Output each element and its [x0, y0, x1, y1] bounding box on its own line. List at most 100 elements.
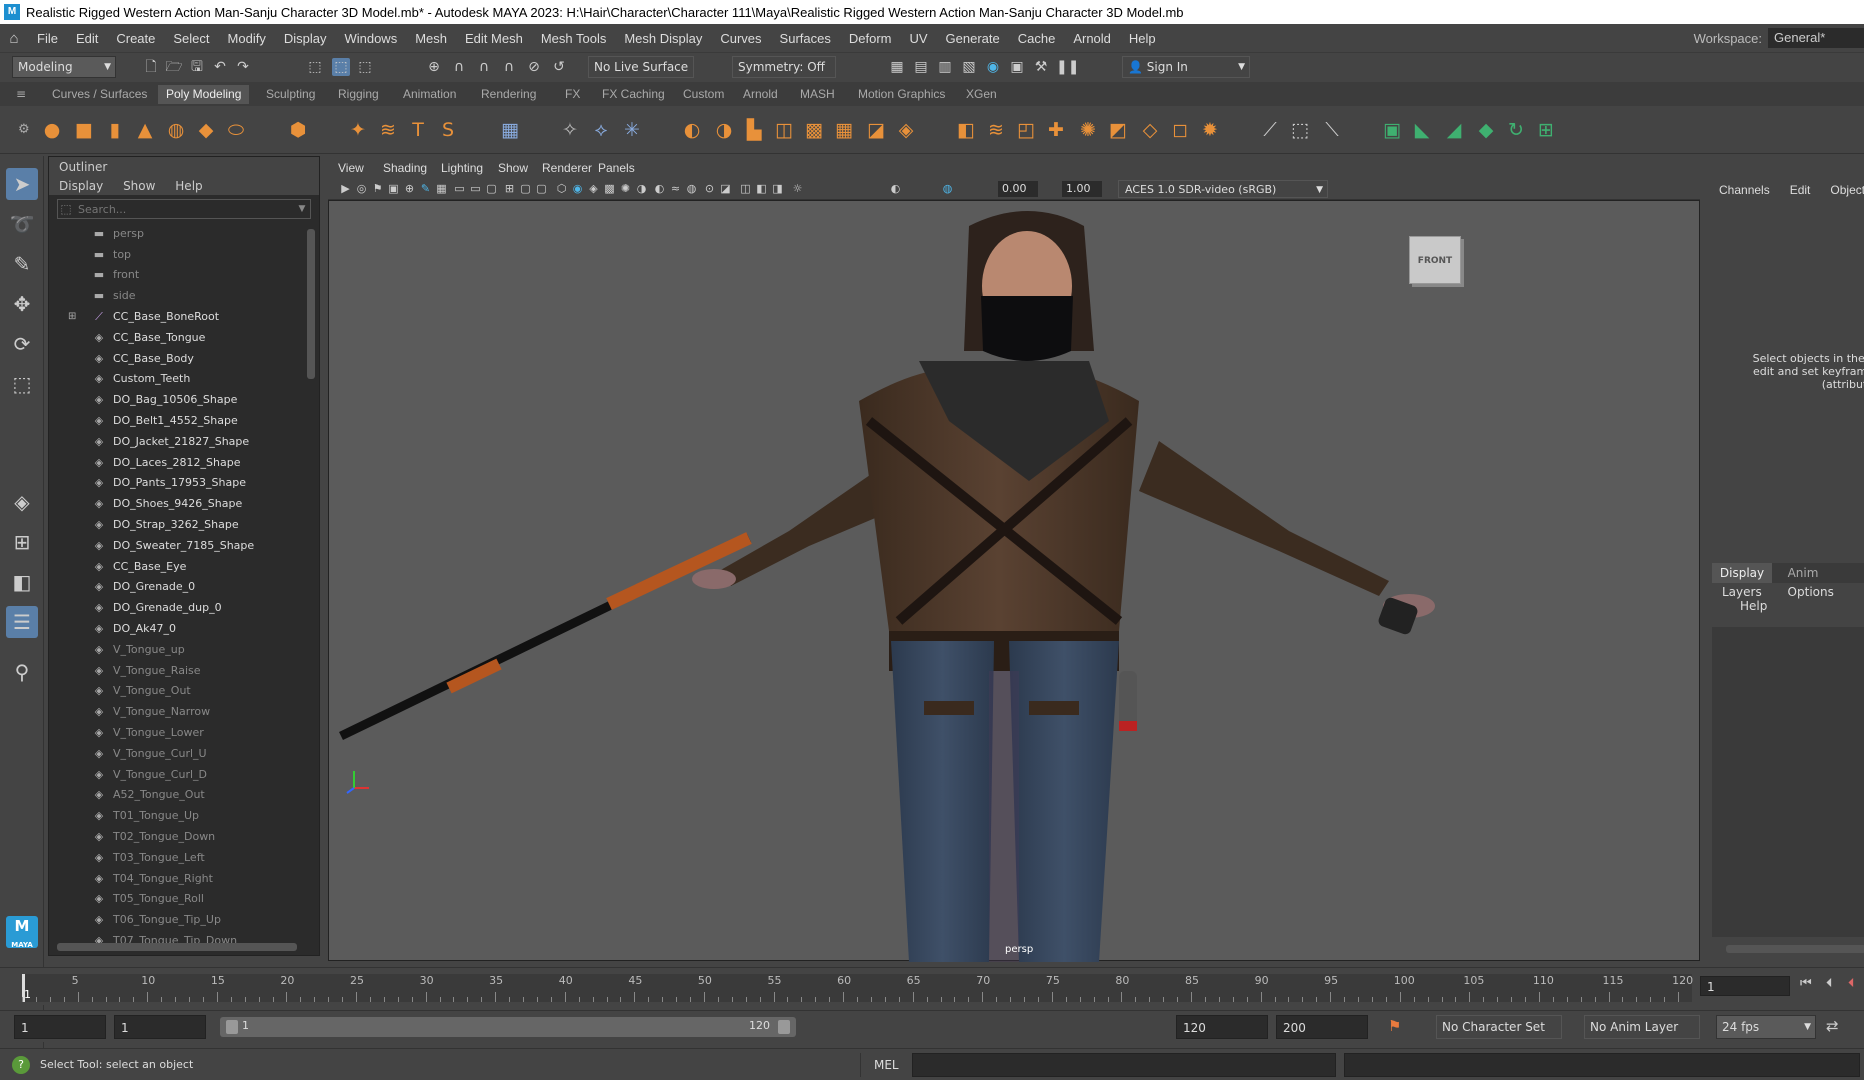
shelf-bridge-icon[interactable]: ✧ — [556, 116, 584, 144]
shelf-tab-rendering[interactable]: Rendering — [473, 85, 544, 104]
color-space-dropdown[interactable]: ACES 1.0 SDR-video (sRGB) ▼ — [1118, 180, 1328, 198]
motion-blur-icon[interactable]: ≈ — [668, 181, 683, 196]
shelf-torus-icon[interactable]: ◍ — [162, 116, 190, 144]
shelf-menu-icon[interactable]: ≡ — [16, 87, 26, 101]
symmetry-dropdown[interactable]: Symmetry: Off — [732, 56, 836, 78]
shelf-cone-icon[interactable]: ▲ — [131, 116, 159, 144]
shelf-tab-poly-modeling[interactable]: Poly Modeling — [158, 85, 250, 104]
workspace-value[interactable]: General* — [1768, 28, 1864, 48]
playback-start-field[interactable]: 1 — [114, 1015, 206, 1039]
outliner-item[interactable]: ◈ V_Tongue_Out — [49, 681, 319, 702]
outliner-search-input[interactable] — [74, 202, 294, 216]
smooth-shade-icon[interactable]: ◉ — [570, 181, 585, 196]
shelf-wedge-icon[interactable]: ◩ — [1104, 116, 1132, 144]
shelf-grid-icon[interactable]: ▦ — [496, 116, 524, 144]
go-to-start-icon[interactable]: ⏮ — [1800, 976, 1812, 991]
viewport-menu-renderer[interactable]: Renderer — [542, 161, 592, 175]
shelf-sweep-icon[interactable]: ✦ — [344, 116, 372, 144]
shadows-icon[interactable]: ◑ — [634, 181, 649, 196]
chevron-down-icon[interactable]: ▼ — [294, 204, 310, 214]
display-tab[interactable]: Display — [1712, 563, 1772, 583]
ipr-render-icon[interactable]: ▥ — [936, 58, 954, 76]
viewport-menu-panels[interactable]: Panels — [598, 161, 635, 175]
outliner-item[interactable]: ◈ DO_Laces_2812_Shape — [49, 452, 319, 473]
camera-select-icon[interactable]: ▶ — [338, 181, 353, 196]
menu-uv[interactable]: UV — [900, 31, 936, 46]
options-menu[interactable]: Options — [1788, 585, 1834, 599]
sign-in-dropdown[interactable]: 👤 Sign In ▼ — [1122, 56, 1250, 78]
current-frame-field[interactable]: 1 — [1700, 976, 1790, 996]
menu-file[interactable]: File — [28, 31, 67, 46]
shelf-target-weld-icon[interactable]: ⬚ — [1286, 116, 1314, 144]
scale-tool-icon[interactable]: ⬚ — [6, 368, 38, 400]
shelf-fill-icon[interactable]: ▦ — [830, 116, 858, 144]
outliner-item[interactable]: ◈ Custom_Teeth — [49, 369, 319, 390]
x-ray-joints-icon[interactable]: ◫ — [738, 181, 753, 196]
menu-cache[interactable]: Cache — [1009, 31, 1065, 46]
new-scene-icon[interactable]: 🗋 — [142, 58, 160, 76]
field-chart-icon[interactable]: ⊞ — [502, 181, 517, 196]
command-language-button[interactable]: MEL — [874, 1058, 899, 1072]
select-object-icon[interactable]: ⬚ — [332, 58, 350, 76]
gamma-icon[interactable]: ◐ — [888, 181, 903, 196]
shelf-insert-edge-icon[interactable]: ◻ — [1166, 116, 1194, 144]
film-gate-icon[interactable]: ▭ — [452, 181, 467, 196]
outliner-item[interactable]: ◈ V_Tongue_up — [49, 639, 319, 660]
outliner-item[interactable]: ◈ T04_Tongue_Right — [49, 868, 319, 889]
range-bar[interactable]: 1 120 — [220, 1017, 796, 1037]
outliner-item[interactable]: ◈ V_Tongue_Lower — [49, 722, 319, 743]
snap-surface-icon[interactable]: ⊘ — [525, 58, 543, 76]
shelf-bevel-icon[interactable]: ✳ — [618, 116, 646, 144]
textured-icon[interactable]: ▩ — [602, 181, 617, 196]
shelf-planar-map-icon[interactable]: ◣ — [1408, 116, 1436, 144]
step-back-icon[interactable]: ⏴ — [1826, 976, 1833, 991]
filter-icon[interactable]: ⬚ — [58, 202, 74, 216]
menu-select[interactable]: Select — [164, 31, 218, 46]
anti-aliasing-icon[interactable]: ◍ — [684, 181, 699, 196]
resolution-gate-icon[interactable]: ▭ — [468, 181, 483, 196]
snap-live-icon[interactable]: ↺ — [550, 58, 568, 76]
time-slider-track[interactable]: 1 5 10 15 20 25 30 35 40 45 50 55 60 65 70 75 80 85 90 95 1… — [22, 974, 1693, 1002]
shelf-separate-icon[interactable]: ◑ — [710, 116, 738, 144]
outliner-menu-help[interactable]: Help — [175, 179, 202, 193]
x-ray-active-icon[interactable]: ◧ — [754, 181, 769, 196]
viewport-menu-shading[interactable]: Shading — [383, 161, 427, 175]
mode-dropdown[interactable]: Modeling ▼ — [12, 56, 116, 78]
render-camera-icon[interactable]: ▣ — [1008, 58, 1026, 76]
shelf-uv-editor-icon[interactable]: ▣ — [1378, 116, 1406, 144]
channels-tab[interactable]: Channels — [1719, 183, 1770, 197]
viewport-menu-show[interactable]: Show — [498, 161, 528, 175]
loop-icon[interactable]: ⇄ — [1826, 1017, 1839, 1035]
range-start-handle[interactable] — [226, 1020, 238, 1034]
snap-view-plane-icon[interactable]: ∩ — [500, 58, 518, 76]
shelf-sphere-icon[interactable]: ● — [38, 116, 66, 144]
fps-dropdown[interactable]: 24 fps ▼ — [1716, 1015, 1816, 1039]
shelf-quadrangulate-icon[interactable]: ◈ — [892, 116, 920, 144]
edit-tab[interactable]: Edit — [1790, 183, 1811, 197]
live-surface-field[interactable]: No Live Surface — [588, 56, 694, 78]
x-ray-icon[interactable]: ◪ — [718, 181, 733, 196]
outliner-item[interactable]: ▬ front — [49, 265, 319, 286]
shelf-boolean-icon[interactable]: ▩ — [800, 116, 828, 144]
shelf-tab-sculpting[interactable]: Sculpting — [258, 85, 323, 104]
viewport-menu-view[interactable]: View — [338, 161, 364, 175]
shelf-auto-map-icon[interactable]: ↻ — [1502, 116, 1530, 144]
shelf-tab-xgen[interactable]: XGen — [958, 85, 1005, 104]
maya-home-icon[interactable]: M MAYA — [6, 916, 38, 949]
save-scene-icon[interactable]: 🖫 — [188, 58, 206, 76]
menu-display[interactable]: Display — [275, 31, 336, 46]
viewport-menu-lighting[interactable]: Lighting — [441, 161, 483, 175]
shelf-disc-icon[interactable]: ⬭ — [222, 116, 250, 144]
safe-action-icon[interactable]: ▢ — [518, 181, 533, 196]
shelf-tab-fx[interactable]: FX — [557, 85, 588, 104]
outliner-item[interactable]: ◈ T06_Tongue_Tip_Up — [49, 909, 319, 930]
outliner-item[interactable]: ◈ V_Tongue_Curl_D — [49, 764, 319, 785]
menu-mesh-tools[interactable]: Mesh Tools — [532, 31, 616, 46]
outliner-item[interactable]: ▬ persp — [49, 223, 319, 244]
grease-pencil-icon[interactable]: ✎ — [418, 181, 433, 196]
shelf-unfold-icon[interactable]: ⊞ — [1532, 116, 1560, 144]
animation-start-field[interactable]: 1 — [14, 1015, 106, 1039]
four-view-layout-icon[interactable]: ⊞ — [6, 526, 38, 558]
menu-edit[interactable]: Edit — [67, 31, 107, 46]
shelf-tab-rigging[interactable]: Rigging — [330, 85, 387, 104]
